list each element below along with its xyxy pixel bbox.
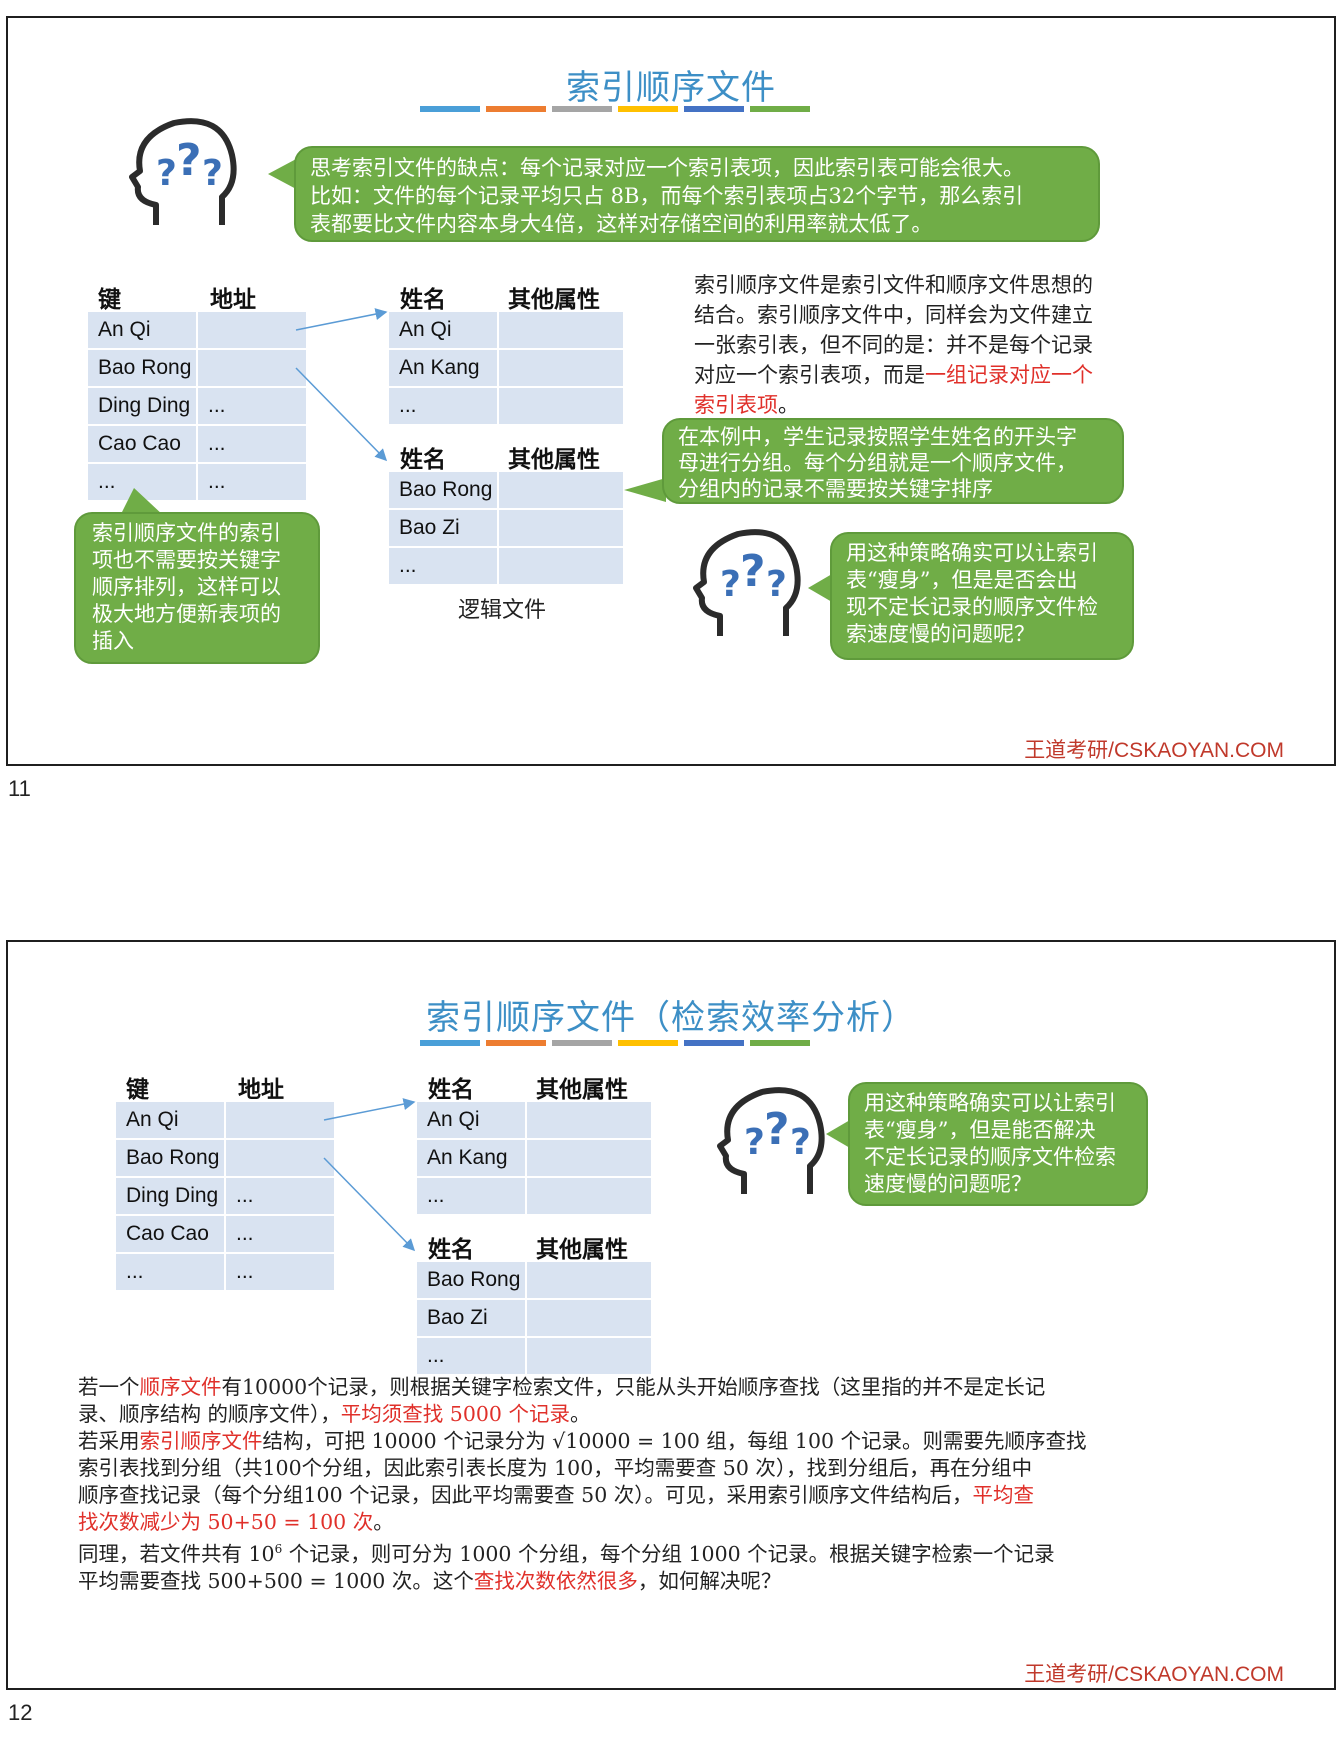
bubble-line: 项也不需要按关键字	[92, 548, 281, 572]
description-line: 对应一个索引表项，而是	[694, 363, 925, 387]
bubble-line: 表“瘦身”，但是是否会出	[846, 568, 1078, 592]
svg-text:?: ?	[740, 546, 766, 597]
highlight-text: 平均查	[972, 1483, 1035, 1507]
bubble-line: 用这种策略确实可以让索引	[864, 1091, 1116, 1115]
bubble-line: 在本例中，学生记录按照学生姓名的开头字	[678, 425, 1077, 449]
bubble-line: 顺序排列，这样可以	[92, 575, 281, 599]
slide-12: 索引顺序文件（检索效率分析） 键 地址 An Qi Bao Rong Ding …	[6, 940, 1336, 1690]
highlight-text: 索引顺序文件	[139, 1429, 263, 1453]
bubble-line: 速度慢的问题呢？	[864, 1172, 1032, 1196]
arrow-to-group1	[323, 1098, 416, 1121]
bubble-line: 分组内的记录不需要按关键字排序	[678, 477, 993, 501]
bubble-tail	[808, 574, 832, 602]
bubble-line: 极大地方便新表项的	[92, 602, 281, 626]
paragraph-text: 索引表找到分组（共100个分组，因此索引表长度为 100，平均需要查 50 次）…	[78, 1456, 1033, 1480]
paragraph-text: 顺序查找记录（每个分组100 个记录，因此平均需要查 50 次）。可见，采用索引…	[78, 1483, 973, 1507]
bubble-tail	[624, 478, 666, 502]
index-note-bubble: 索引顺序文件的索引 项也不需要按关键字 顺序排列，这样可以 极大地方便新表项的 …	[74, 512, 320, 664]
thinking-head-icon: ? ? ?	[717, 1087, 825, 1194]
arrow-to-group1	[295, 308, 388, 331]
highlight-text: 找次数减少为 50+50 = 100 次	[78, 1510, 374, 1534]
description-line: 一张索引表，但不同的是：并不是每个记录	[694, 333, 1093, 357]
bubble-line: 表“瘦身”，但是能否解决	[864, 1118, 1096, 1142]
paragraph-text: 。	[569, 1402, 591, 1426]
bubble-line: 索速度慢的问题呢？	[846, 622, 1035, 646]
svg-text:?: ?	[766, 564, 787, 605]
highlight-text: 一组记录对应一个	[925, 363, 1093, 387]
svg-text:?: ?	[764, 1104, 790, 1155]
bubble-line: 母进行分组。每个分组就是一个顺序文件，	[678, 451, 1077, 475]
analysis-paragraph: 若一个顺序文件有10000个记录，则根据关键字检索文件，只能从头开始顺序查找（这…	[78, 1374, 1308, 1595]
footer-brand: 王道考研/CSKAOYAN.COM	[1024, 739, 1284, 762]
paragraph-text: 个记录，则可分为 1000 个分组，每个分组 1000 个记录。根据关键字检索一…	[282, 1541, 1055, 1566]
thinking-head-icon: ? ? ?	[693, 529, 801, 636]
description-line: 结合。索引顺序文件中，同样会为文件建立	[694, 303, 1093, 327]
arrow-to-group2	[295, 367, 388, 462]
paragraph-text: 平均需要查找 500+500 = 1000 次。这个	[78, 1568, 474, 1593]
paragraph-text: 若采用	[78, 1429, 140, 1453]
svg-text:?: ?	[790, 1122, 811, 1163]
paragraph-text: ，如何解决呢？	[637, 1568, 782, 1593]
paragraph-text: 。	[373, 1510, 394, 1534]
svg-text:?: ?	[744, 1122, 765, 1163]
slide-11: 索引顺序文件 ? ? ? 思考索引文件的缺点：每个记录对应一个索引表项，因此索引…	[6, 16, 1336, 766]
highlight-text: 顺序文件	[139, 1375, 222, 1399]
bubble-line: 不定长记录的顺序文件检索	[864, 1145, 1116, 1169]
question-bubble: 用这种策略确实可以让索引 表“瘦身”，但是是否会出 现不定长记录的顺序文件检 索…	[830, 532, 1134, 660]
bubble-line: 用这种策略确实可以让索引	[846, 541, 1098, 565]
group-explanation-bubble: 在本例中，学生记录按照学生姓名的开头字 母进行分组。每个分组就是一个顺序文件， …	[662, 418, 1124, 504]
svg-text:?: ?	[720, 564, 741, 605]
description-text: 索引顺序文件是索引文件和顺序文件思想的 结合。索引顺序文件中，同样会为文件建立 …	[694, 270, 1134, 420]
highlight-text: 索引表项	[694, 393, 778, 417]
description-line: 索引顺序文件是索引文件和顺序文件思想的	[694, 273, 1093, 297]
paragraph-text: 有10000个记录，则根据关键字检索文件，只能从头开始顺序查找（这里指的并不是定…	[221, 1375, 1046, 1399]
paragraph-text: 录、顺序结构 的顺序文件），	[78, 1402, 341, 1426]
highlight-text: 查找次数依然很多	[473, 1568, 638, 1593]
paragraph-text: 同理，若文件共有 10	[78, 1541, 275, 1566]
description-line: 。	[778, 393, 799, 417]
bubble-line: 现不定长记录的顺序文件检	[846, 595, 1098, 619]
highlight-text: 平均须查找 5000 个记录	[340, 1402, 570, 1426]
question-bubble: 用这种策略确实可以让索引 表“瘦身”，但是能否解决 不定长记录的顺序文件检索 速…	[848, 1082, 1148, 1206]
bubble-line: 插入	[92, 629, 134, 653]
page-number: 11	[8, 776, 31, 801]
bubble-tail	[826, 1120, 850, 1148]
paragraph-text: 若一个	[78, 1375, 140, 1399]
paragraph-text: 结构，可把 10000 个记录分为 √10000 = 100 组，每组 100 …	[262, 1429, 1087, 1453]
bubble-line: 索引顺序文件的索引	[92, 521, 281, 545]
footer-brand: 王道考研/CSKAOYAN.COM	[1024, 1663, 1284, 1686]
page-number: 12	[8, 1700, 33, 1725]
arrow-to-group2	[323, 1157, 416, 1252]
